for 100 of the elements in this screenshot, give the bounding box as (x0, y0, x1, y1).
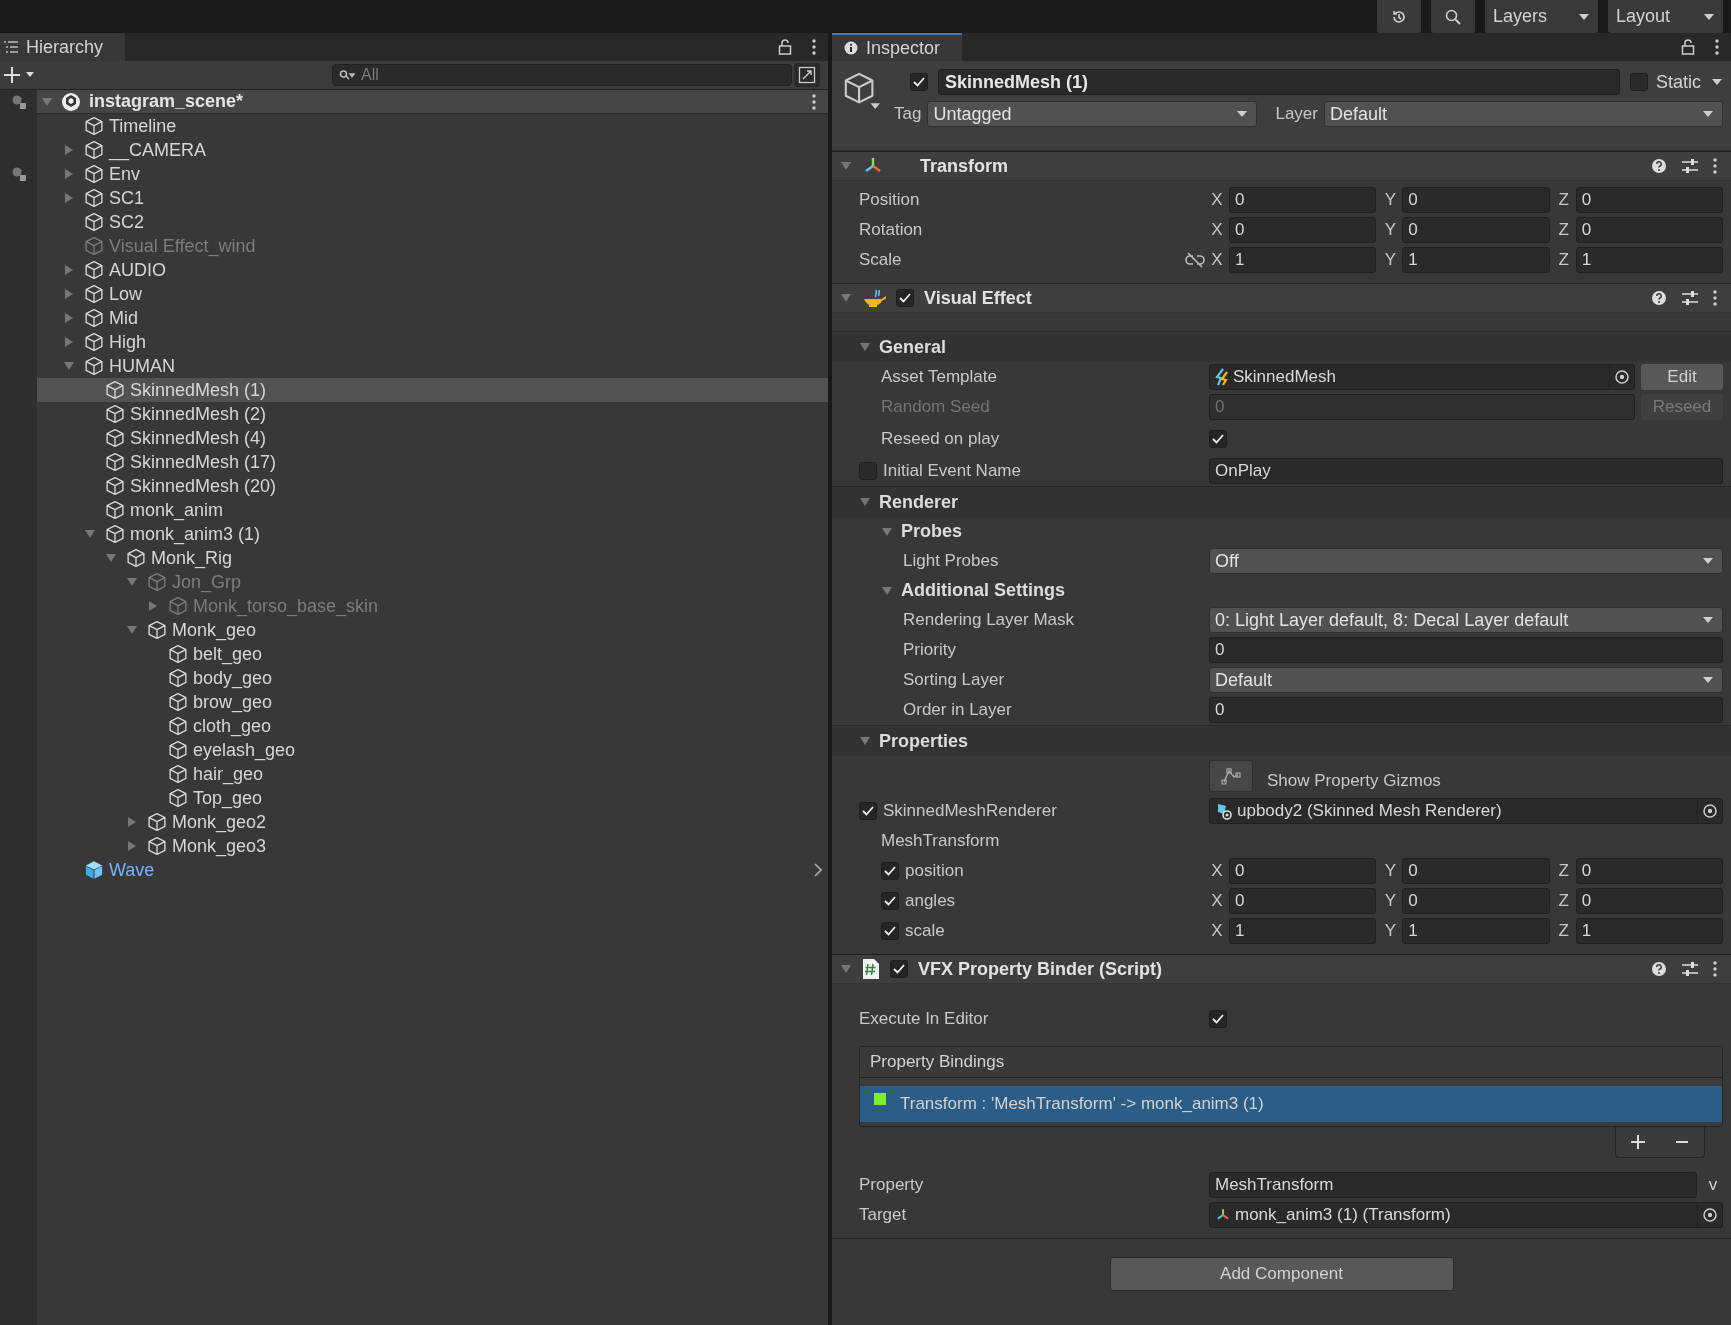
unlinked-chain-icon[interactable] (1185, 252, 1205, 268)
tree-item[interactable]: Monk_geo (37, 618, 828, 642)
enabled-checkbox[interactable] (896, 289, 914, 307)
tree-item[interactable]: SkinnedMesh (4) (37, 426, 828, 450)
override-checkbox[interactable] (859, 462, 877, 480)
expand-arrow[interactable] (126, 624, 138, 636)
expand-arrow[interactable] (63, 336, 75, 348)
visibility-icon[interactable] (10, 167, 27, 181)
expand-arrow[interactable] (63, 264, 75, 276)
number-field[interactable]: 1 (1575, 247, 1723, 273)
scene-header[interactable]: instagram_scene* (37, 90, 828, 114)
tree-item[interactable]: monk_anim3 (1) (37, 522, 828, 546)
expand-arrow[interactable] (63, 192, 75, 204)
expand-arrow[interactable] (63, 168, 75, 180)
text-field[interactable]: 0 (1209, 697, 1723, 723)
tree-item[interactable]: High (37, 330, 828, 354)
static-checkbox[interactable] (1629, 73, 1648, 91)
tree-item[interactable]: cloth_geo (37, 714, 828, 738)
expand-arrow[interactable] (859, 496, 871, 508)
expand-arrow[interactable] (859, 735, 871, 747)
text-field[interactable]: OnPlay (1209, 458, 1723, 484)
checkbox[interactable] (1209, 430, 1227, 448)
tree-item[interactable]: Monk_geo2 (37, 810, 828, 834)
number-field[interactable]: 0 (1575, 217, 1723, 243)
hierarchy-tab[interactable]: Hierarchy (0, 33, 126, 61)
tree-item[interactable]: Monk_geo3 (37, 834, 828, 858)
number-field[interactable]: 0 (1575, 858, 1723, 884)
object-field[interactable]: SkinnedMesh (1209, 364, 1635, 390)
expand-arrow[interactable] (105, 552, 117, 564)
text-field[interactable]: 0 (1209, 637, 1723, 663)
lock-icon[interactable] (1681, 39, 1695, 55)
number-field[interactable]: 1 (1402, 918, 1550, 944)
component-header[interactable]: Visual Effect (832, 283, 1731, 313)
add-icon[interactable] (1630, 1134, 1646, 1150)
more-icon[interactable] (1715, 39, 1719, 55)
expand-arrow[interactable] (881, 525, 893, 538)
number-field[interactable]: 0 (1402, 187, 1550, 213)
layers-dropdown[interactable]: Layers (1485, 0, 1598, 33)
history-button[interactable] (1377, 0, 1421, 33)
expand-arrow[interactable] (881, 584, 893, 597)
tree-item[interactable]: belt_geo (37, 642, 828, 666)
tree-item[interactable]: HUMAN (37, 354, 828, 378)
more-icon[interactable] (1713, 158, 1717, 174)
binding-item[interactable]: Transform : 'MeshTransform' -> monk_anim3 (1) (860, 1086, 1722, 1122)
number-field[interactable]: 1 (1229, 918, 1377, 944)
tree-item[interactable]: brow_geo (37, 690, 828, 714)
more-icon[interactable] (1713, 290, 1717, 306)
expand-arrow[interactable] (126, 816, 138, 828)
tree-item[interactable]: AUDIO (37, 258, 828, 282)
help-icon[interactable] (1651, 158, 1667, 174)
number-field[interactable]: 0 (1575, 888, 1723, 914)
tag-dropdown[interactable]: Untagged (927, 101, 1258, 127)
cube-icon[interactable] (842, 71, 880, 109)
checkbox[interactable] (1209, 1010, 1227, 1028)
search-field[interactable]: All (332, 64, 792, 86)
expand-arrow[interactable] (63, 312, 75, 324)
component-header[interactable]: Transform (832, 151, 1731, 181)
tree-item[interactable]: Mid (37, 306, 828, 330)
dropdown[interactable]: Off (1209, 548, 1723, 574)
visibility-icon[interactable] (10, 95, 27, 109)
tree-item[interactable]: SC1 (37, 186, 828, 210)
tree-item[interactable]: body_geo (37, 666, 828, 690)
override-checkbox[interactable] (881, 922, 899, 940)
active-checkbox[interactable] (910, 73, 928, 91)
expand-arrow[interactable] (840, 160, 852, 172)
section-header[interactable]: Renderer (832, 486, 1731, 517)
number-field[interactable]: 0 (1229, 858, 1377, 884)
override-checkbox[interactable] (859, 802, 877, 820)
expand-arrow[interactable] (63, 144, 75, 156)
object-field[interactable]: monk_anim3 (1) (Transform) (1209, 1202, 1723, 1228)
tree-item[interactable]: SC2 (37, 210, 828, 234)
expand-arrow[interactable] (840, 292, 852, 304)
help-icon[interactable] (1651, 290, 1667, 306)
object-field[interactable]: upbody2 (Skinned Mesh Renderer) (1209, 798, 1723, 824)
layout-dropdown[interactable]: Layout (1608, 0, 1723, 33)
tree-item[interactable]: Wave (37, 858, 828, 882)
more-icon[interactable] (812, 93, 816, 110)
number-field[interactable]: 0 (1229, 217, 1377, 243)
expand-arrow[interactable] (859, 341, 871, 353)
number-field[interactable]: 1 (1229, 247, 1377, 273)
number-field[interactable]: 0 (1229, 187, 1377, 213)
preset-icon[interactable] (1681, 290, 1699, 306)
tree-item[interactable]: Timeline (37, 114, 828, 138)
number-field[interactable]: 1 (1575, 918, 1723, 944)
help-icon[interactable] (1651, 961, 1667, 977)
enabled-checkbox[interactable] (890, 960, 908, 978)
tree-item[interactable]: monk_anim (37, 498, 828, 522)
name-field[interactable]: SkinnedMesh (1) (938, 69, 1620, 95)
more-icon[interactable] (812, 39, 816, 55)
tree-item[interactable]: Env (37, 162, 828, 186)
expand-arrow[interactable] (126, 840, 138, 852)
tree-item[interactable]: SkinnedMesh (1) (37, 378, 828, 402)
number-field[interactable]: 0 (1402, 217, 1550, 243)
number-field[interactable]: 0 (1575, 187, 1723, 213)
dropdown[interactable]: Default (1209, 667, 1723, 693)
expand-arrow[interactable] (63, 288, 75, 300)
section-header[interactable]: General (832, 331, 1731, 362)
override-checkbox[interactable] (881, 892, 899, 910)
tree-item[interactable]: Low (37, 282, 828, 306)
more-icon[interactable] (1713, 961, 1717, 977)
